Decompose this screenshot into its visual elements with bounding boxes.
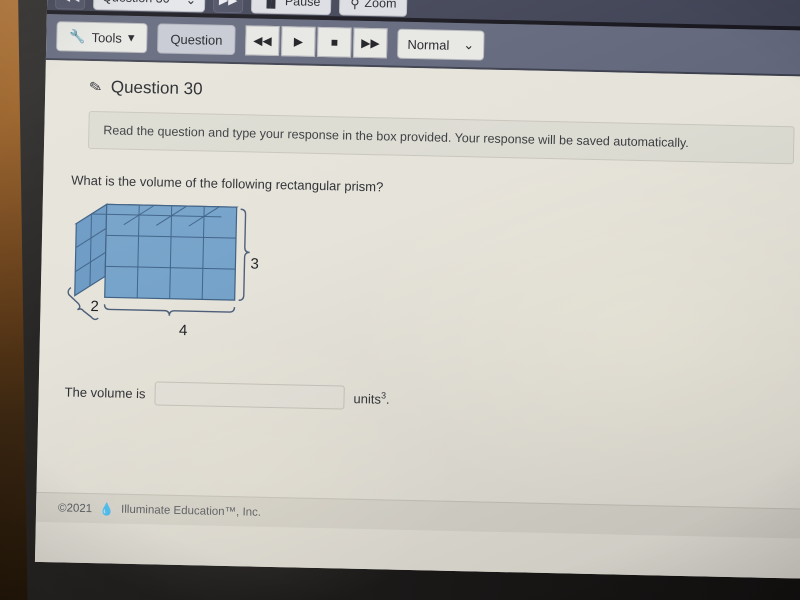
pencil-icon: ✎ <box>87 78 104 98</box>
question-button[interactable]: Question <box>157 23 236 56</box>
question-button-label: Question <box>170 31 223 48</box>
play-icon: ▶ <box>293 34 304 49</box>
rewind-icon: ◀◀ <box>253 33 272 48</box>
wrench-icon: 🔧 <box>69 28 86 44</box>
water-drop-icon: 💧 <box>98 501 115 517</box>
chevron-down-icon: ⌄ <box>463 37 475 53</box>
pause-label: Pause <box>284 0 321 9</box>
pause-button[interactable]: ▐▌ Pause <box>250 0 332 16</box>
chevron-down-icon: ⌄ <box>186 0 197 7</box>
top-forward-button[interactable]: ▶▶ <box>212 0 244 14</box>
question-prompt: What is the volume of the following rect… <box>71 172 384 195</box>
company-name: Illuminate Education™, Inc. <box>120 503 262 519</box>
pause-icon: ▐▌ <box>262 0 281 9</box>
tools-label: Tools <box>91 29 123 46</box>
top-rewind-button[interactable]: ◀◀ <box>54 0 86 10</box>
media-controls: ◀◀ ▶ ■ ▶▶ <box>245 25 388 59</box>
answer-prefix-label: The volume is <box>64 383 146 401</box>
photo-of-screen: ◀◀ Question 30 ⌄ ▶▶ ▐▌ Pause ⚲ Zoom 🔧 <box>0 0 800 600</box>
fast-forward-icon: ▶▶ <box>219 0 238 7</box>
units-text: units <box>353 390 382 407</box>
rectangular-prism-diagram: 3 4 2 <box>66 200 399 357</box>
volume-answer-input[interactable] <box>154 381 345 410</box>
rewind-icon: ◀◀ <box>61 0 80 4</box>
depth-label: 2 <box>90 298 100 316</box>
page-footer: ©2021 💧 Illuminate Education™, Inc. <box>35 491 800 540</box>
prism-svg <box>67 203 250 321</box>
height-label: 3 <box>250 255 259 273</box>
media-forward-button[interactable]: ▶▶ <box>353 27 388 59</box>
width-label: 4 <box>178 321 188 340</box>
media-stop-button[interactable]: ■ <box>317 26 352 58</box>
tools-button[interactable]: 🔧 Tools ▾ <box>56 21 148 54</box>
zoom-label: Zoom <box>364 0 397 11</box>
page-title-text: Question 30 <box>110 77 203 99</box>
zoom-button[interactable]: ⚲ Zoom <box>339 0 408 17</box>
instructions-text: Read the question and type your response… <box>103 123 689 151</box>
width-bracket <box>103 304 236 316</box>
media-rewind-button[interactable]: ◀◀ <box>245 25 280 57</box>
copyright-year: ©2021 <box>57 501 93 515</box>
playback-speed-select[interactable]: Normal ⌄ <box>397 28 485 61</box>
caret-down-icon: ▾ <box>127 29 135 45</box>
height-bracket <box>238 208 250 301</box>
fast-forward-icon: ▶▶ <box>361 35 380 51</box>
media-play-button[interactable]: ▶ <box>281 26 316 57</box>
search-icon: ⚲ <box>350 0 360 11</box>
playback-speed-value: Normal <box>407 36 450 53</box>
units-period: . <box>385 391 390 407</box>
question-navigator-value: Question 30 <box>102 0 170 6</box>
answer-row: The volume is units3. <box>64 379 800 420</box>
question-page: ✎ Question 30 Read the question and type… <box>34 59 800 580</box>
units-label: units3. <box>353 390 389 407</box>
stop-icon: ■ <box>330 35 339 50</box>
screen-content: ◀◀ Question 30 ⌄ ▶▶ ▐▌ Pause ⚲ Zoom 🔧 <box>34 0 800 580</box>
